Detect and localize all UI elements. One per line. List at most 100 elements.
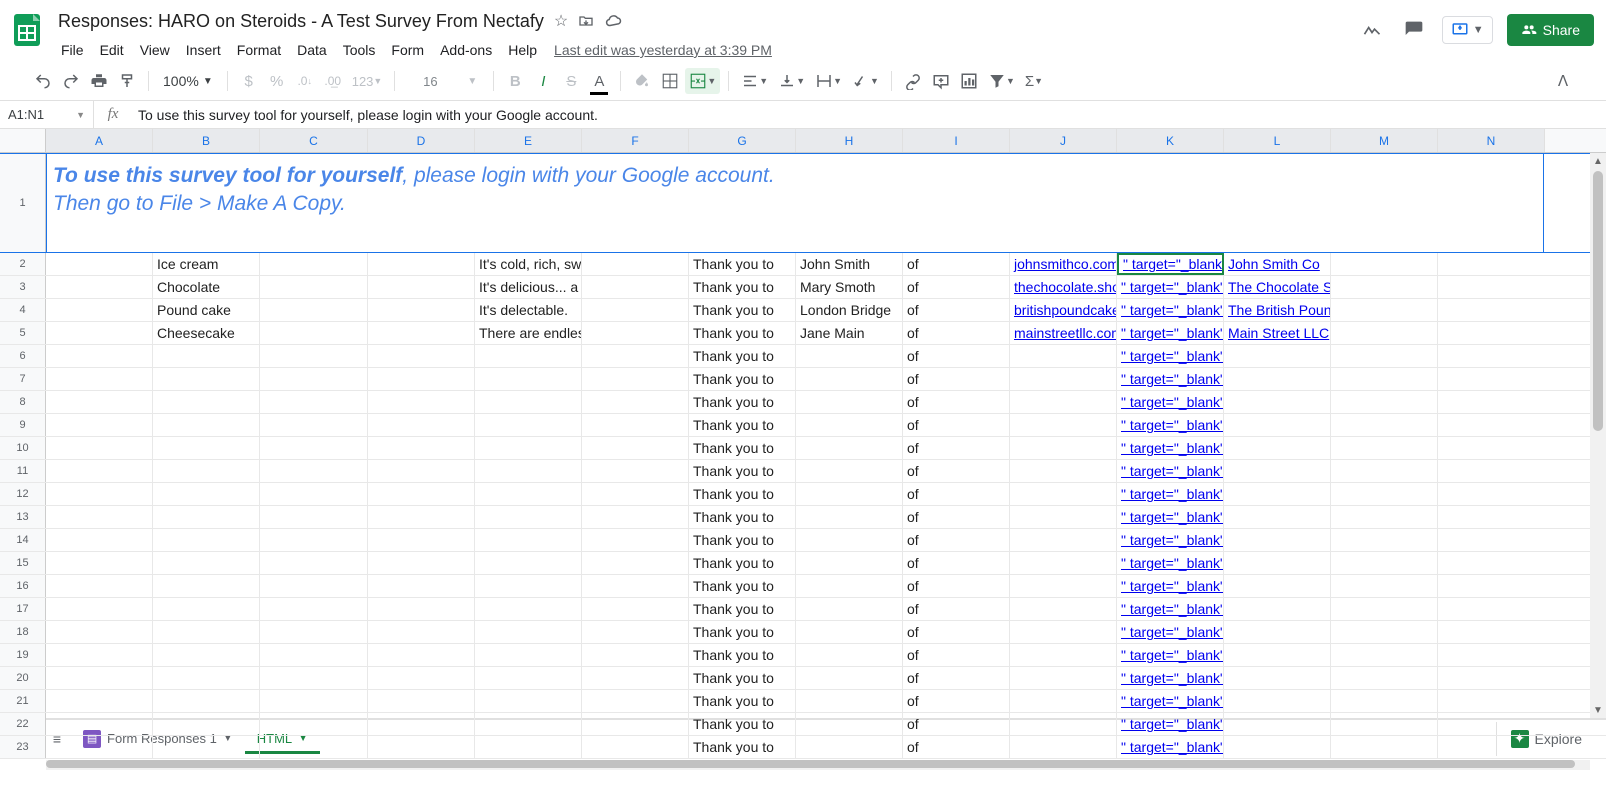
cell[interactable] (582, 253, 689, 275)
row-header[interactable]: 15 (0, 552, 46, 574)
cell[interactable] (260, 391, 368, 413)
cell[interactable] (368, 460, 475, 482)
cell[interactable] (475, 483, 582, 505)
cell[interactable] (1331, 552, 1438, 574)
cell[interactable] (368, 552, 475, 574)
cell[interactable] (368, 644, 475, 666)
col-header-D[interactable]: D (368, 129, 475, 152)
cell[interactable]: " target="_blank" (1117, 552, 1224, 574)
cell[interactable] (1331, 644, 1438, 666)
menu-view[interactable]: View (133, 38, 177, 62)
increase-decimal-button[interactable]: .0̲0 (320, 68, 346, 94)
cell[interactable] (153, 690, 260, 712)
cell[interactable] (796, 598, 903, 620)
cell[interactable] (46, 299, 153, 321)
cell[interactable]: Thank you to (689, 437, 796, 459)
comments-icon[interactable] (1400, 16, 1428, 44)
cell[interactable]: Thank you to (689, 276, 796, 298)
text-wrap-icon[interactable]: ▼ (811, 68, 846, 94)
insert-chart-icon[interactable] (956, 68, 982, 94)
cell[interactable]: " target="_blank" (1117, 598, 1224, 620)
cell[interactable] (153, 644, 260, 666)
cell[interactable] (368, 368, 475, 390)
row-header[interactable]: 22 (0, 713, 46, 735)
cell[interactable] (46, 575, 153, 597)
cell[interactable] (475, 345, 582, 367)
row-header[interactable]: 5 (0, 322, 46, 344)
cell[interactable]: Thank you to (689, 529, 796, 551)
merge-cells-icon[interactable]: ▼ (685, 68, 720, 94)
menu-tools[interactable]: Tools (336, 38, 383, 62)
cell[interactable] (153, 345, 260, 367)
cell[interactable] (46, 736, 153, 758)
cell[interactable]: The British Poun (1228, 302, 1331, 318)
cell[interactable]: of (903, 713, 1010, 735)
cell[interactable]: " target="_blank" (1117, 276, 1224, 298)
cell[interactable] (475, 437, 582, 459)
cell[interactable] (46, 667, 153, 689)
sheets-logo-icon[interactable] (6, 8, 50, 52)
row-header[interactable]: 12 (0, 483, 46, 505)
filter-icon[interactable]: ▼ (984, 68, 1019, 94)
text-rotation-icon[interactable]: ▼ (848, 68, 883, 94)
cell[interactable]: John Smith Co (1224, 253, 1331, 275)
cell[interactable] (368, 621, 475, 643)
document-title[interactable]: Responses: HARO on Steroids - A Test Sur… (54, 11, 544, 32)
cell[interactable] (582, 552, 689, 574)
cell[interactable] (153, 368, 260, 390)
insert-comment-icon[interactable] (928, 68, 954, 94)
cell[interactable]: " target="_blank" (1121, 670, 1224, 686)
cell[interactable]: " target="_blank" (1117, 460, 1224, 482)
cell[interactable]: of (903, 598, 1010, 620)
cell[interactable]: Thank you to (689, 575, 796, 597)
text-color-button[interactable]: A (586, 68, 612, 94)
cell[interactable] (1010, 506, 1117, 528)
cell[interactable]: " target="_blank" (1117, 713, 1224, 735)
cell[interactable] (1224, 552, 1331, 574)
font-size-chevron-icon[interactable]: ▼ (459, 68, 485, 94)
cell[interactable]: " target="_blank" (1117, 506, 1224, 528)
cell[interactable] (260, 460, 368, 482)
cell[interactable] (582, 736, 689, 758)
cell[interactable]: of (903, 368, 1010, 390)
cell[interactable]: Thank you to (689, 460, 796, 482)
cell[interactable]: of (903, 322, 1010, 344)
cell[interactable] (368, 598, 475, 620)
cell[interactable]: Thank you to (689, 253, 796, 275)
cell[interactable] (1010, 713, 1117, 735)
collapse-toolbar-icon[interactable]: ᐱ (1550, 68, 1576, 94)
cell[interactable]: London Bridge (796, 299, 903, 321)
cell[interactable] (153, 552, 260, 574)
cell[interactable] (1224, 713, 1331, 735)
cell[interactable]: " target="_blank" (1121, 532, 1224, 548)
cell[interactable] (582, 575, 689, 597)
cell[interactable]: of (903, 644, 1010, 666)
cell[interactable]: Ice cream (153, 253, 260, 275)
cell[interactable] (796, 368, 903, 390)
cell[interactable] (46, 483, 153, 505)
cell[interactable]: of (903, 529, 1010, 551)
cell[interactable]: thechocolate.sho (1014, 279, 1117, 295)
cell[interactable]: Thank you to (689, 345, 796, 367)
cell[interactable] (475, 713, 582, 735)
cell[interactable]: of (903, 552, 1010, 574)
cell[interactable]: " target="_blank" (1121, 739, 1224, 755)
cell[interactable]: " target="_blank" (1121, 394, 1224, 410)
cell[interactable]: " target="_blank" (1117, 299, 1224, 321)
select-all-corner[interactable] (0, 129, 46, 152)
cell[interactable] (582, 276, 689, 298)
cell[interactable] (260, 345, 368, 367)
cell[interactable]: Thank you to (689, 713, 796, 735)
cell[interactable] (1224, 414, 1331, 436)
cell[interactable]: of (903, 736, 1010, 758)
cell[interactable] (1010, 437, 1117, 459)
cell[interactable] (475, 391, 582, 413)
cell[interactable] (46, 644, 153, 666)
col-header-E[interactable]: E (475, 129, 582, 152)
cell[interactable] (1331, 345, 1438, 367)
cell[interactable] (260, 690, 368, 712)
row-header[interactable]: 7 (0, 368, 46, 390)
cell[interactable] (153, 414, 260, 436)
cell[interactable] (475, 667, 582, 689)
cell[interactable]: " target="_blank" (1121, 601, 1224, 617)
